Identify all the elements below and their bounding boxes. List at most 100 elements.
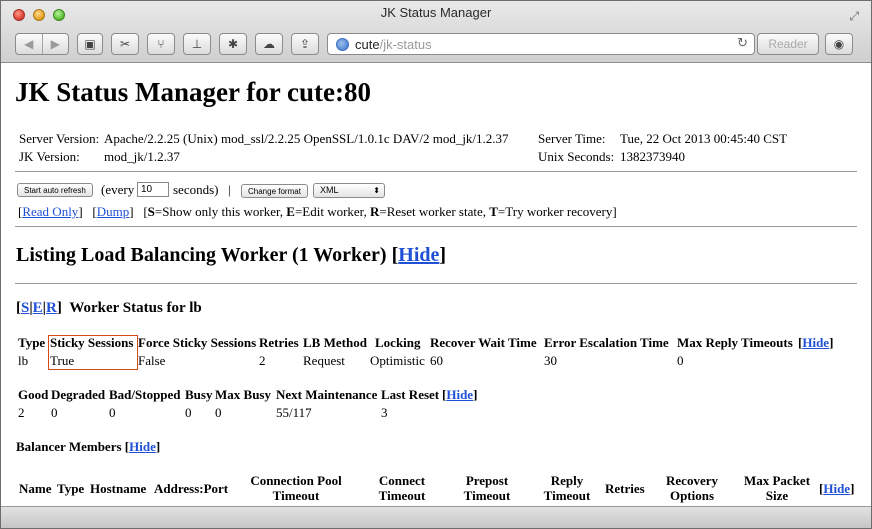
th-address-port: Address:Port bbox=[154, 481, 229, 496]
back-button[interactable]: ◀ bbox=[16, 37, 42, 51]
hide-members-table: [Hide] bbox=[819, 481, 855, 496]
reader-button[interactable]: Reader bbox=[757, 33, 819, 55]
th-max-reply-timeouts: Max Reply Timeouts bbox=[677, 335, 793, 350]
select-arrows-icon: ⬍ bbox=[373, 186, 380, 195]
globe-icon bbox=[336, 37, 349, 51]
td-sticky-sessions: True bbox=[50, 353, 75, 368]
td-degraded: 0 bbox=[51, 405, 58, 420]
th-degraded: Degraded bbox=[51, 387, 106, 402]
th-name: Name bbox=[19, 481, 52, 496]
address-bar[interactable]: cute /jk-status ↻ bbox=[327, 33, 755, 55]
show-worker-link[interactable]: S bbox=[21, 300, 29, 316]
window-title: JK Status Manager bbox=[380, 5, 492, 20]
fullscreen-icon[interactable]: ⤢ bbox=[849, 9, 859, 24]
horizontal-scrollbar[interactable] bbox=[1, 506, 871, 528]
th-connect-timeout: Connect Timeout bbox=[378, 473, 426, 503]
th-reply-timeout: Reply Timeout bbox=[543, 473, 591, 503]
th-member-type: Type bbox=[57, 481, 85, 496]
refresh-interval-input[interactable] bbox=[137, 182, 169, 197]
hide-members-link[interactable]: Hide bbox=[129, 439, 156, 454]
th-hostname: Hostname bbox=[90, 481, 147, 496]
th-member-retries: Retries bbox=[605, 481, 645, 496]
share-icon: ⇪ bbox=[299, 37, 311, 51]
jk-version-value: mod_jk/1.2.37 bbox=[104, 149, 180, 164]
start-auto-refresh-button[interactable]: Start auto refresh bbox=[17, 183, 93, 197]
td-type: lb bbox=[18, 353, 29, 368]
download-icon: ◉ bbox=[833, 37, 845, 51]
forward-button[interactable]: ▶ bbox=[43, 37, 69, 51]
hide-lb-link[interactable]: Hide bbox=[398, 244, 439, 266]
legend-e-text: =Edit worker, bbox=[294, 204, 370, 219]
edit-worker-link[interactable]: E bbox=[33, 300, 43, 316]
separator: | bbox=[228, 182, 231, 197]
th-last-reset: Last Reset bbox=[381, 387, 440, 402]
td-lb-method: Request bbox=[303, 353, 345, 368]
td-busy: 0 bbox=[185, 405, 192, 420]
extension-button-3[interactable]: ⊥ bbox=[183, 33, 211, 55]
change-format-button[interactable]: Change format bbox=[241, 184, 308, 198]
worker-status-heading: [S|E|R] Worker Status for lb bbox=[16, 300, 202, 316]
balancer-members-title: Balancer Members bbox=[16, 439, 122, 454]
lb-heading-text: Listing Load Balancing Worker (1 Worker) bbox=[16, 244, 387, 266]
browser-window: JK Status Manager ⤢ ◀ ▶ ▣ ✂ ⑂ ⊥ ✱ ☁ ⇪ cu… bbox=[0, 0, 872, 529]
server-time-value: Tue, 22 Oct 2013 00:45:40 CST bbox=[620, 131, 788, 146]
bug-icon: ✱ bbox=[227, 37, 239, 51]
legend-e-key: E bbox=[286, 204, 295, 219]
td-force-sticky-sessions: False bbox=[138, 353, 166, 368]
extension-button-2[interactable]: ⑂ bbox=[147, 33, 175, 55]
reading-list-icon: ▣ bbox=[84, 37, 96, 51]
lb-section-heading: Listing Load Balancing Worker (1 Worker)… bbox=[16, 244, 447, 266]
td-bad-stopped: 0 bbox=[109, 405, 116, 420]
td-error-escalation-time: 30 bbox=[544, 353, 557, 368]
downloads-button[interactable]: ◉ bbox=[825, 33, 853, 55]
td-recover-wait-time: 60 bbox=[430, 353, 443, 368]
hide-lb-table: [Hide] bbox=[798, 335, 834, 350]
divider bbox=[15, 226, 857, 227]
divider bbox=[15, 283, 857, 284]
jk-version-label: JK Version: bbox=[19, 149, 80, 164]
reset-worker-link[interactable]: R bbox=[46, 300, 57, 316]
legend-r-text: =Reset worker state, bbox=[379, 204, 490, 219]
hide-state-table-link[interactable]: Hide bbox=[446, 387, 473, 402]
th-connection-pool-timeout: Connection Pool Timeout bbox=[250, 473, 342, 503]
sidebar-button[interactable]: ▣ bbox=[77, 33, 103, 55]
td-locking: Optimistic bbox=[370, 353, 425, 368]
th-recovery-options: Recovery Options bbox=[666, 473, 718, 503]
dump-link[interactable]: Dump bbox=[97, 204, 130, 219]
th-force-sticky-sessions: Force Sticky Sessions bbox=[138, 335, 257, 350]
fork-icon: ⑂ bbox=[157, 37, 165, 51]
pin-icon: ⊥ bbox=[191, 37, 203, 51]
legend-t-text: =Try worker recovery bbox=[497, 204, 613, 219]
url-path: /jk-status bbox=[379, 36, 432, 52]
server-time-label: Server Time: bbox=[538, 131, 606, 146]
navigation-buttons: ◀ ▶ bbox=[15, 33, 69, 55]
unix-seconds-label: Unix Seconds: bbox=[538, 149, 615, 164]
seconds-label: seconds) bbox=[173, 182, 219, 197]
reload-icon[interactable]: ↻ bbox=[737, 36, 748, 51]
extension-button-4[interactable]: ✱ bbox=[219, 33, 247, 55]
cloud-icon: ☁ bbox=[263, 37, 275, 51]
url-host: cute bbox=[355, 36, 380, 52]
th-good: Good bbox=[18, 387, 49, 402]
td-last-reset: 3 bbox=[381, 405, 388, 420]
read-only-link[interactable]: Read Only bbox=[22, 204, 78, 219]
share-button[interactable]: ⇪ bbox=[291, 33, 319, 55]
th-max-busy: Max Busy bbox=[215, 387, 271, 402]
hide-state-table: [Hide] bbox=[442, 387, 478, 402]
th-sticky-sessions: Sticky Sessions bbox=[50, 335, 134, 350]
browser-toolbar: JK Status Manager ⤢ ◀ ▶ ▣ ✂ ⑂ ⊥ ✱ ☁ ⇪ cu… bbox=[1, 1, 871, 63]
th-lb-method: LB Method bbox=[303, 335, 367, 350]
tools-icon: ✂ bbox=[119, 37, 131, 51]
th-type: Type bbox=[18, 335, 46, 350]
hide-members-table-link[interactable]: Hide bbox=[823, 481, 850, 496]
page-content: JK Status Manager for cute:80 Server Ver… bbox=[1, 64, 871, 509]
icloud-button[interactable]: ☁ bbox=[255, 33, 283, 55]
extension-button-1[interactable]: ✂ bbox=[111, 33, 139, 55]
th-next-maintenance: Next Maintenance bbox=[276, 387, 378, 402]
th-retries: Retries bbox=[259, 335, 299, 350]
hide-lb-table-link[interactable]: Hide bbox=[802, 335, 829, 350]
legend-r-key: R bbox=[370, 204, 380, 219]
format-select[interactable]: XML ⬍ bbox=[313, 183, 385, 198]
server-version-label: Server Version: bbox=[19, 131, 100, 146]
td-max-reply-timeouts: 0 bbox=[677, 353, 684, 368]
